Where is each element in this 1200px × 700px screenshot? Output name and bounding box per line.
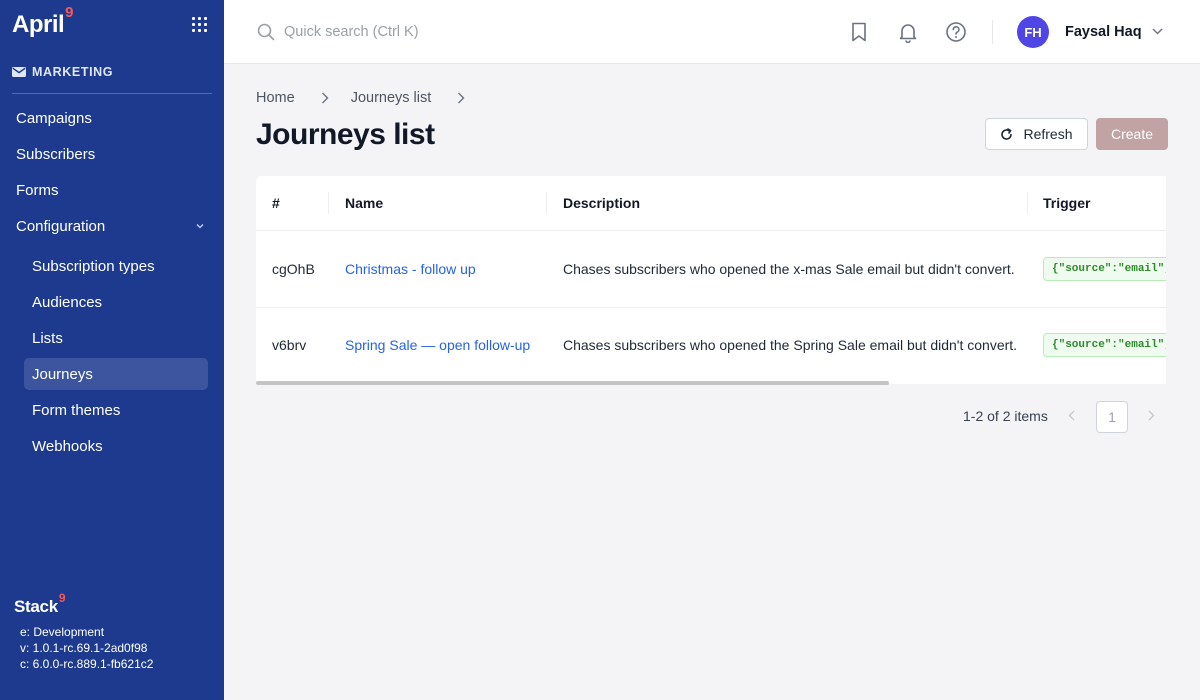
bell-icon[interactable]: [897, 21, 919, 43]
sidebar: April 9 MARKETING Campaigns Subscribers …: [0, 0, 224, 700]
stack-logo-text: Stack: [14, 597, 58, 616]
journey-name-link[interactable]: Spring Sale — open follow-up: [345, 308, 530, 381]
page-title: Journeys list: [256, 118, 435, 151]
help-icon[interactable]: [945, 21, 967, 43]
trigger-tag: {"source":"email","typ: [1043, 333, 1166, 357]
refresh-button-label: Refresh: [1023, 126, 1073, 142]
sidebar-item-form-themes[interactable]: Form themes: [0, 392, 224, 428]
chevron-left-icon[interactable]: [1068, 410, 1075, 421]
chevron-right-icon[interactable]: [1148, 410, 1155, 421]
sidebar-item-subscribers[interactable]: Subscribers: [0, 136, 224, 172]
topbar-divider: [992, 20, 993, 44]
scrollbar-thumb[interactable]: [256, 381, 889, 385]
search-icon: [257, 23, 275, 41]
sidebar-item-audiences[interactable]: Audiences: [0, 284, 224, 320]
app-grid-icon[interactable]: [192, 17, 207, 32]
sidebar-item-label: Form themes: [32, 401, 121, 419]
sidebar-item-campaigns[interactable]: Campaigns: [0, 100, 224, 136]
sidebar-item-configuration[interactable]: Configuration: [0, 208, 224, 244]
april-logo[interactable]: April 9: [12, 5, 74, 40]
refresh-icon: [1001, 127, 1013, 140]
breadcrumb-journeys-list[interactable]: Journeys list: [351, 90, 432, 106]
column-header-name[interactable]: Name: [345, 176, 383, 230]
column-header-id[interactable]: #: [272, 176, 280, 230]
version-line: v: 1.0.1-rc.69.1-2ad0f98: [20, 641, 148, 655]
quick-search-input[interactable]: [284, 18, 584, 46]
trigger-tag: {"source":"email","typ: [1043, 257, 1166, 281]
sidebar-item-forms[interactable]: Forms: [0, 172, 224, 208]
pagination-summary: 1-2 of 2 items: [963, 408, 1048, 424]
stack-logo-superscript: 9: [58, 591, 66, 605]
column-divider: [328, 192, 329, 214]
topbar: FH Faysal Haq: [224, 0, 1200, 64]
sidebar-item-label: Campaigns: [16, 109, 92, 127]
environment-info: e: Development v: 1.0.1-rc.69.1-2ad0f98 …: [20, 624, 153, 672]
configuration-submenu: Subscription types Audiences Lists Journ…: [0, 244, 224, 464]
cell-description: Chases subscribers who opened the x-mas …: [563, 261, 1015, 277]
journey-name-link[interactable]: Christmas - follow up: [345, 231, 476, 307]
sidebar-item-lists[interactable]: Lists: [0, 320, 224, 356]
journeys-table: # Name Description Trigger cgOhB Christm…: [256, 176, 1166, 384]
create-button[interactable]: Create: [1096, 118, 1168, 150]
chevron-down-icon[interactable]: [1152, 28, 1163, 35]
user-name[interactable]: Faysal Haq: [1065, 23, 1142, 41]
core-version-line: c: 6.0.0-rc.889.1-fb621c2: [20, 657, 154, 671]
column-header-description[interactable]: Description: [563, 176, 640, 230]
table-header-row: # Name Description Trigger: [256, 176, 1166, 231]
cell-description: Chases subscribers who opened the Spring…: [563, 336, 1018, 353]
column-divider: [1027, 192, 1028, 214]
logo-superscript: 9: [65, 4, 74, 21]
sidebar-item-webhooks[interactable]: Webhooks: [0, 428, 224, 464]
sidebar-item-label: Subscribers: [16, 145, 96, 163]
sidebar-item-label: Configuration: [16, 217, 106, 235]
column-header-trigger[interactable]: Trigger: [1043, 176, 1090, 230]
page-number-button[interactable]: 1: [1096, 401, 1128, 433]
sidebar-item-label: Forms: [16, 181, 59, 199]
column-divider: [546, 192, 547, 214]
stack-logo: Stack 9: [14, 591, 66, 620]
horizontal-scrollbar[interactable]: [256, 381, 1166, 385]
chevron-right-icon: [458, 92, 465, 104]
breadcrumb: Home Journeys list: [256, 88, 487, 108]
table-row[interactable]: v6brv Spring Sale — open follow-up Chase…: [256, 308, 1166, 381]
cell-id: v6brv: [272, 336, 307, 353]
avatar[interactable]: FH: [1017, 16, 1049, 48]
refresh-button[interactable]: Refresh: [985, 118, 1088, 150]
chevron-right-icon: [321, 92, 329, 104]
table-row[interactable]: cgOhB Christmas - follow up Chases subsc…: [256, 231, 1166, 308]
chevron-down-icon: [196, 224, 204, 229]
sidebar-item-label: Audiences: [32, 293, 103, 311]
sidebar-item-journeys[interactable]: Journeys: [24, 358, 208, 390]
mail-icon: [12, 67, 26, 77]
sidebar-nav: Campaigns Subscribers Forms Configuratio…: [0, 100, 224, 464]
env-line: e: Development: [20, 625, 105, 639]
sidebar-item-label: Lists: [32, 329, 63, 347]
sidebar-item-label: Webhooks: [32, 437, 103, 455]
section-header-marketing: MARKETING: [12, 64, 212, 94]
sidebar-item-label: Journeys: [32, 365, 93, 383]
bookmark-icon[interactable]: [848, 21, 870, 43]
logo-text: April: [12, 11, 65, 38]
sidebar-item-subscription-types[interactable]: Subscription types: [0, 248, 224, 284]
sidebar-item-label: Subscription types: [32, 257, 155, 275]
section-label: MARKETING: [32, 65, 114, 79]
breadcrumb-home[interactable]: Home: [256, 90, 295, 106]
cell-id: cgOhB: [272, 261, 315, 277]
